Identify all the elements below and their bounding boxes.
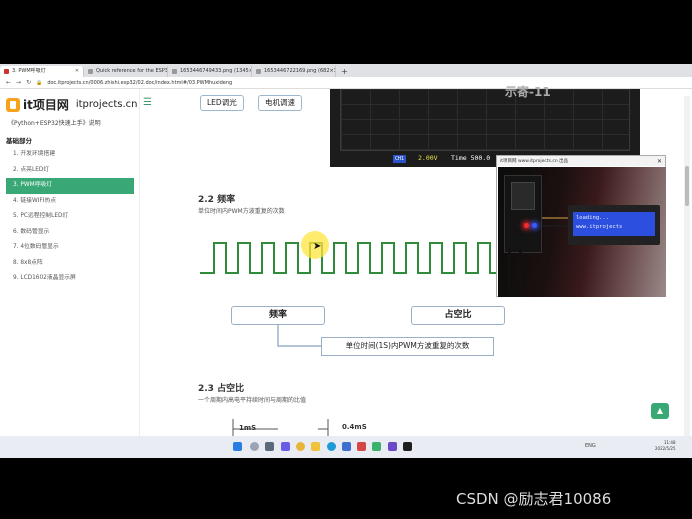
tab-quick-reference[interactable]: Quick reference for the ESP32 ✕ bbox=[84, 66, 168, 77]
red-led bbox=[524, 223, 529, 228]
sidebar: it项目网 itprojects.cn 《Python+ESP32快速上手》说明… bbox=[0, 89, 140, 440]
clock-date: 2022/5/25 bbox=[655, 446, 676, 451]
language-indicator[interactable]: ENG bbox=[585, 443, 596, 449]
tab-image-1[interactable]: 1653446749433.png (1345×... ✕ bbox=[168, 66, 252, 77]
new-tab-button[interactable]: + bbox=[336, 66, 353, 77]
camera-title-bar: it项目网 www.itprojects.cn 出品 ✕ bbox=[497, 156, 665, 166]
duty-cycle-heading: 2.3 占空比 bbox=[198, 384, 245, 394]
chrome-icon[interactable] bbox=[296, 442, 305, 451]
tab-label: 1653446749433.png (1345×... bbox=[180, 68, 252, 74]
app-icon[interactable] bbox=[357, 442, 366, 451]
favicon-icon bbox=[172, 69, 177, 74]
lcd-line-2: www.itprojects bbox=[576, 224, 623, 230]
section-title: 基础部分 bbox=[6, 137, 32, 145]
taskbar: ENG 11:48 2022/5/25 bbox=[0, 436, 692, 458]
camera-window: it项目网 www.itprojects.cn 出品 ✕ loading... … bbox=[496, 155, 666, 297]
close-icon[interactable]: ✕ bbox=[657, 158, 662, 165]
tab-label: 1653446722169.png (682×3... bbox=[264, 68, 336, 74]
esp32-chip bbox=[511, 182, 535, 210]
mouse-cursor-icon: ➤ bbox=[313, 241, 322, 252]
close-icon[interactable]: ✕ bbox=[75, 66, 79, 77]
camera-title: it项目网 www.itprojects.cn 出品 bbox=[500, 159, 569, 164]
page-scrollbar[interactable] bbox=[684, 96, 690, 436]
logo-domain: itprojects.cn bbox=[75, 99, 138, 110]
usb-cable bbox=[508, 249, 522, 297]
reload-icon[interactable]: ↻ bbox=[26, 79, 31, 86]
terminal-icon[interactable] bbox=[403, 442, 412, 451]
chat-icon[interactable] bbox=[281, 442, 290, 451]
tab-label: Quick reference for the ESP32 bbox=[96, 68, 168, 74]
frequency-callout: 单位时间(1S)内PWM方波重复的次数 bbox=[321, 337, 494, 356]
search-icon[interactable] bbox=[250, 442, 259, 451]
favicon-icon bbox=[88, 69, 93, 74]
tab-image-2[interactable]: 1653446722169.png (682×3... ✕ bbox=[252, 66, 336, 77]
folder-icon[interactable] bbox=[311, 442, 320, 451]
sidebar-item-lcd[interactable]: 9. LCD1602液晶显示屏 bbox=[6, 271, 134, 287]
sidebar-item-env[interactable]: 1. 开发环境搭建 bbox=[6, 147, 134, 163]
back-icon[interactable]: ← bbox=[6, 79, 11, 86]
watermark: CSDN @励志君10086 bbox=[456, 490, 612, 508]
start-icon[interactable] bbox=[233, 442, 242, 451]
duty-cycle-description: 一个周期内高电平持续时间与周期的比值 bbox=[198, 397, 307, 404]
scroll-to-top-button[interactable]: ▲ bbox=[651, 403, 669, 419]
system-clock[interactable]: 11:48 2022/5/25 bbox=[655, 440, 676, 452]
lcd-line-1: loading... bbox=[576, 215, 610, 221]
sidebar-item-led[interactable]: 2. 点亮LED灯 bbox=[6, 163, 134, 179]
site-logo[interactable]: it项目网 itprojects.cn bbox=[6, 96, 138, 113]
tab-bar: 3. PWM呼吸灯 ✕ Quick reference for the ESP3… bbox=[0, 64, 692, 77]
forward-icon[interactable]: → bbox=[16, 79, 21, 86]
book-title[interactable]: 《Python+ESP32快速上手》说明 bbox=[8, 118, 101, 127]
favicon-icon bbox=[4, 69, 9, 74]
logo-text: it项目网 bbox=[23, 98, 69, 112]
lcd-screen: loading... www.itprojects bbox=[573, 212, 655, 236]
lcd1602-module: loading... www.itprojects bbox=[568, 205, 660, 245]
tab-pwm[interactable]: 3. PWM呼吸灯 ✕ bbox=[0, 66, 84, 77]
url-field[interactable]: doc.itprojects.cn/0006.zhishi.esp32/02.d… bbox=[47, 80, 232, 86]
logo-icon bbox=[6, 97, 20, 112]
task-view-icon[interactable] bbox=[265, 442, 274, 451]
sidebar-item-4digit[interactable]: 7. 4位数码管显示 bbox=[6, 240, 134, 256]
favicon-icon bbox=[256, 69, 261, 74]
timing-label-04ms: 0.4mS bbox=[342, 423, 367, 431]
edge-icon[interactable] bbox=[327, 442, 336, 451]
sidebar-item-segment[interactable]: 6. 数码管显示 bbox=[6, 225, 134, 241]
app-icon[interactable] bbox=[388, 442, 397, 451]
sidebar-item-wifi[interactable]: 4. 链接WIFI热点 bbox=[6, 194, 134, 210]
tab-label: 3. PWM呼吸灯 bbox=[12, 68, 46, 74]
timing-label-1ms: 1mS bbox=[239, 424, 257, 432]
connector-line bbox=[277, 325, 321, 347]
store-icon[interactable] bbox=[342, 442, 351, 451]
esp32-board bbox=[504, 175, 542, 253]
sidebar-item-pwm[interactable]: 3. PWM呼吸灯 bbox=[6, 178, 134, 194]
camera-feed: loading... www.itprojects bbox=[498, 167, 666, 297]
sidebar-item-remote-led[interactable]: 5. PC远程控制LED灯 bbox=[6, 209, 134, 225]
sidebar-item-matrix[interactable]: 8. 8x8点阵 bbox=[6, 256, 134, 272]
sidebar-nav: 1. 开发环境搭建 2. 点亮LED灯 3. PWM呼吸灯 4. 链接WIFI热… bbox=[6, 147, 134, 287]
app-icon[interactable] bbox=[372, 442, 381, 451]
address-bar: ← → ↻ 🔒 doc.itprojects.cn/0006.zhishi.es… bbox=[0, 77, 692, 89]
lock-icon: 🔒 bbox=[36, 79, 43, 86]
blue-led bbox=[532, 223, 537, 228]
scrollbar-thumb[interactable] bbox=[685, 166, 689, 206]
